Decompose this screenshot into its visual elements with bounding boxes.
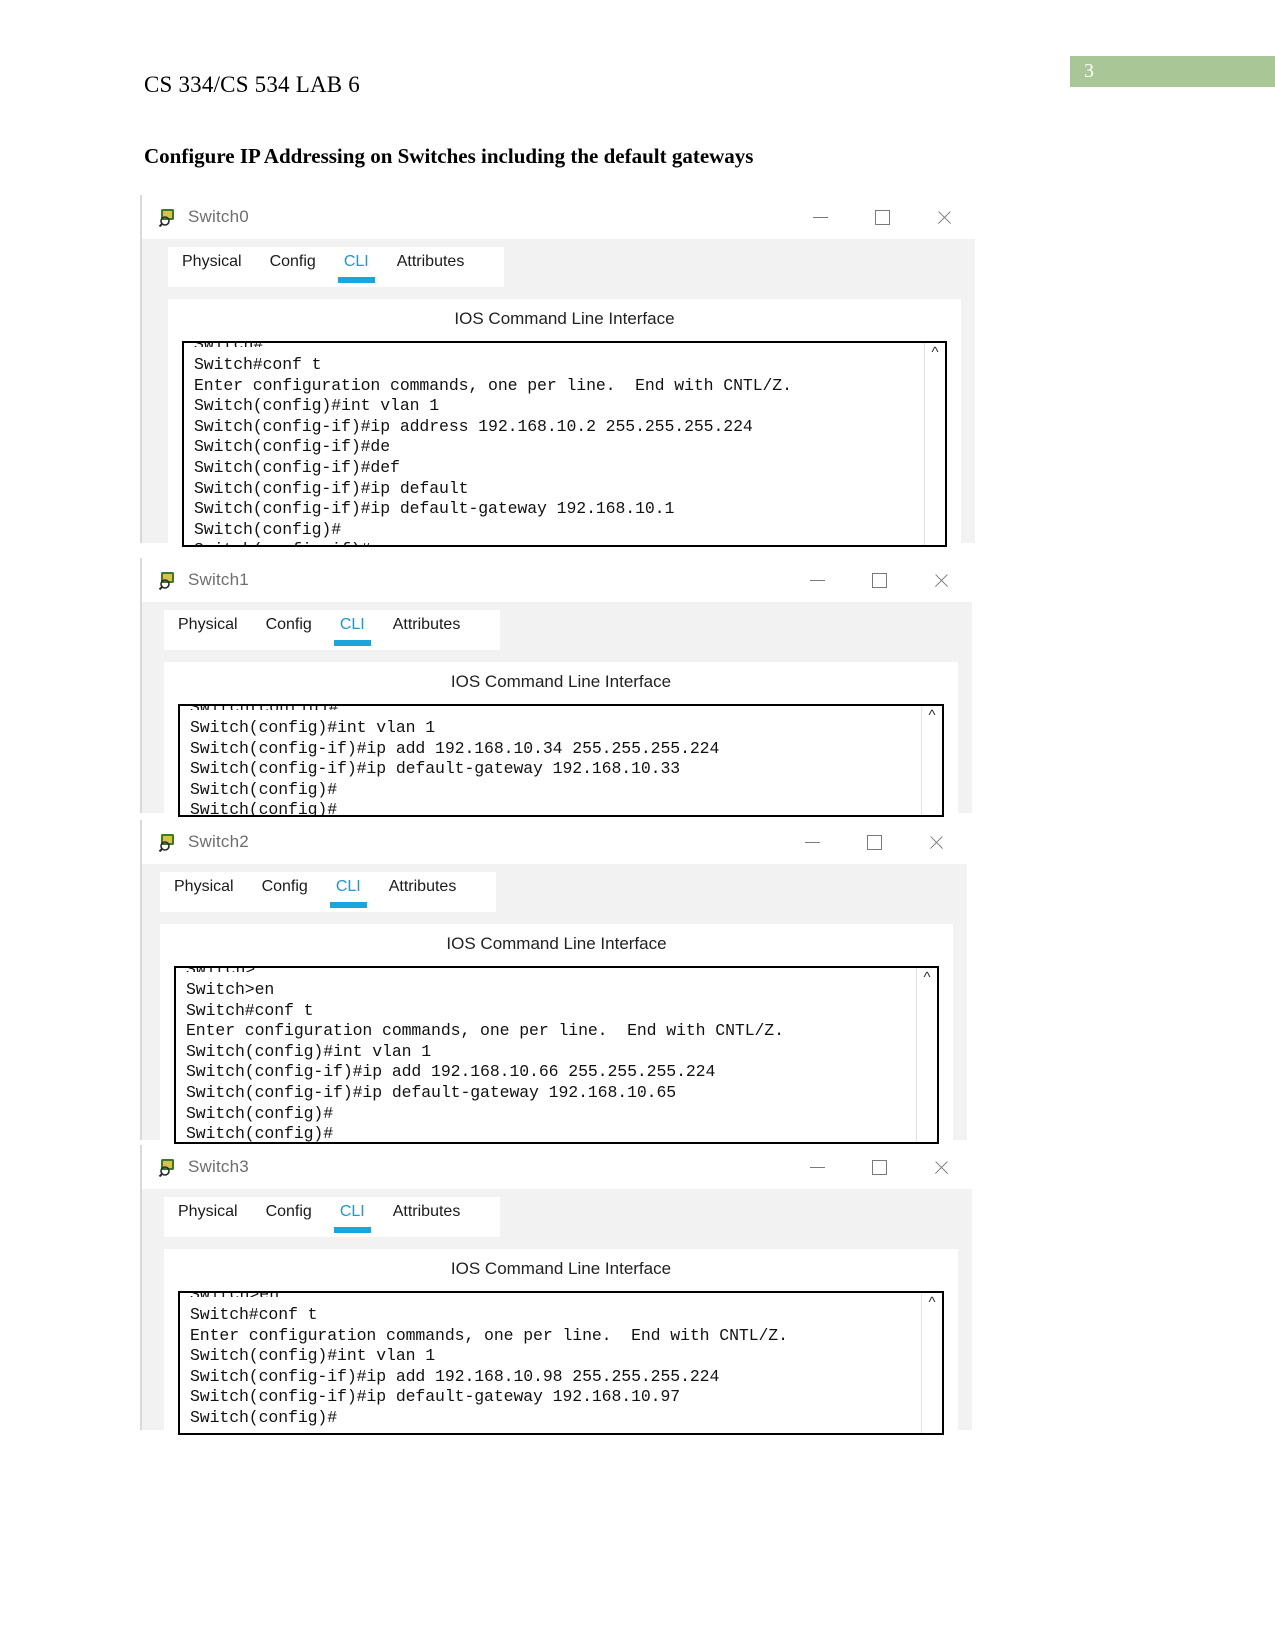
minimize-button[interactable] (781, 822, 843, 862)
terminal-scrollbar-0[interactable]: ^ (924, 343, 945, 545)
terminal-output: Switch#conf t Enter configuration comman… (190, 1305, 788, 1427)
tab-config[interactable]: Config (248, 876, 322, 896)
page-number-band (1070, 56, 1275, 87)
titlebar-0: Switch0 (140, 195, 975, 239)
tab-config[interactable]: Config (256, 251, 330, 271)
terminal-output: Switch#conf t Enter configuration comman… (194, 355, 792, 545)
panel-title: IOS Command Line Interface (450, 1259, 672, 1278)
close-button[interactable] (905, 822, 967, 862)
window-controls-0 (789, 197, 975, 237)
switch-window-1: Switch1 Physical Config CLI Attributes I… (140, 558, 972, 817)
switch-window-3: Switch3 Physical Config CLI Attributes I… (140, 1145, 972, 1435)
tab-active-underline (329, 902, 367, 908)
terminal-output: Switch(config)#int vlan 1 Switch(config-… (190, 718, 720, 817)
tab-cli-label: CLI (339, 616, 365, 633)
minimize-button[interactable] (786, 560, 848, 600)
maximize-button[interactable] (848, 560, 910, 600)
tab-active-underline (333, 1227, 371, 1233)
terminal-output: Switch>en Switch#conf t Enter configurat… (186, 980, 784, 1144)
close-button[interactable] (910, 560, 972, 600)
panel-title: IOS Command Line Interface (454, 309, 675, 328)
switch-device-icon (158, 832, 178, 852)
window-title: Switch1 (188, 570, 249, 589)
tab-physical[interactable]: Physical (160, 876, 248, 896)
minimize-button[interactable] (786, 1147, 848, 1187)
cli-panel-2: IOS Command Line Interface ^ Switch> Swi… (160, 924, 953, 1144)
titlebar-2: Switch2 (140, 820, 967, 864)
tab-cli[interactable]: CLI (326, 614, 379, 646)
tab-cli[interactable]: CLI (326, 1201, 379, 1233)
terminal-clipped-line: Switch# (184, 343, 945, 347)
tab-attributes[interactable]: Attributes (375, 876, 471, 896)
tabstrip-3: Physical Config CLI Attributes (142, 1189, 972, 1237)
close-button[interactable] (910, 1147, 972, 1187)
tab-cli[interactable]: CLI (322, 876, 375, 908)
tab-active-underline (337, 277, 375, 283)
titlebar-3: Switch3 (140, 1145, 972, 1189)
tab-physical[interactable]: Physical (164, 1201, 252, 1221)
tabstrip-1: Physical Config CLI Attributes (142, 602, 972, 650)
minimize-button[interactable] (789, 197, 851, 237)
maximize-button[interactable] (848, 1147, 910, 1187)
window-controls-1 (786, 560, 972, 600)
panel-title: IOS Command Line Interface (446, 934, 667, 953)
terminal-clipped-line: Switch>en (180, 1293, 942, 1297)
switch-device-icon (158, 207, 178, 227)
window-body-3: Physical Config CLI Attributes IOS Comma… (140, 1189, 972, 1435)
terminal-clipped-line: Switch> (176, 968, 937, 972)
maximize-button[interactable] (851, 197, 913, 237)
terminal-scrollbar-2[interactable]: ^ (916, 968, 937, 1142)
terminal-clipped-line: Switch(config)# (180, 706, 942, 710)
panel-title: IOS Command Line Interface (450, 672, 672, 691)
cli-panel-0: IOS Command Line Interface ^ Switch# Swi… (168, 299, 961, 547)
terminal-3[interactable]: ^ Switch>en Switch#conf t Enter configur… (178, 1291, 944, 1435)
tab-cli-label: CLI (343, 253, 369, 270)
window-body-1: Physical Config CLI Attributes IOS Comma… (140, 602, 972, 817)
switch-device-icon (158, 570, 178, 590)
titlebar-1: Switch1 (140, 558, 972, 602)
tab-physical[interactable]: Physical (164, 614, 252, 634)
cli-panel-3: IOS Command Line Interface ^ Switch>en S… (164, 1249, 958, 1435)
terminal-1[interactable]: ^ Switch(config)# Switch(config)#int vla… (178, 704, 944, 817)
cli-panel-1: IOS Command Line Interface ^ Switch(conf… (164, 662, 958, 817)
tab-cli[interactable]: CLI (330, 251, 383, 283)
tab-attributes[interactable]: Attributes (379, 1201, 475, 1221)
tab-config[interactable]: Config (252, 1201, 326, 1221)
tab-cli-label: CLI (339, 1203, 365, 1220)
switch-window-2: Switch2 Physical Config CLI Attributes I… (140, 820, 967, 1144)
document-header: CS 334/CS 534 LAB 6 (144, 72, 360, 97)
page-title: Configure IP Addressing on Switches incl… (144, 144, 754, 168)
terminal-scrollbar-1[interactable]: ^ (921, 706, 942, 815)
window-title: Switch0 (188, 207, 249, 226)
window-controls-2 (781, 822, 967, 862)
window-body-0: Physical Config CLI Attributes IOS Comma… (140, 239, 975, 547)
tabstrip-0: Physical Config CLI Attributes (142, 239, 975, 287)
terminal-scrollbar-3[interactable]: ^ (921, 1293, 942, 1433)
tab-physical[interactable]: Physical (168, 251, 256, 271)
tab-config[interactable]: Config (252, 614, 326, 634)
close-button[interactable] (913, 197, 975, 237)
tabstrip-2: Physical Config CLI Attributes (142, 864, 967, 912)
maximize-button[interactable] (843, 822, 905, 862)
tab-attributes[interactable]: Attributes (379, 614, 475, 634)
tab-cli-label: CLI (335, 878, 361, 895)
window-controls-3 (786, 1147, 972, 1187)
terminal-2[interactable]: ^ Switch> Switch>en Switch#conf t Enter … (174, 966, 939, 1144)
tab-active-underline (333, 640, 371, 646)
switch-device-icon (158, 1157, 178, 1177)
page-number: 3 (1084, 60, 1094, 82)
window-title: Switch2 (188, 832, 249, 851)
window-body-2: Physical Config CLI Attributes IOS Comma… (140, 864, 967, 1144)
switch-window-0: Switch0 Physical Config CLI Attributes I… (140, 195, 975, 547)
window-title: Switch3 (188, 1157, 249, 1176)
terminal-0[interactable]: ^ Switch# Switch#conf t Enter configurat… (182, 341, 947, 547)
tab-attributes[interactable]: Attributes (383, 251, 479, 271)
